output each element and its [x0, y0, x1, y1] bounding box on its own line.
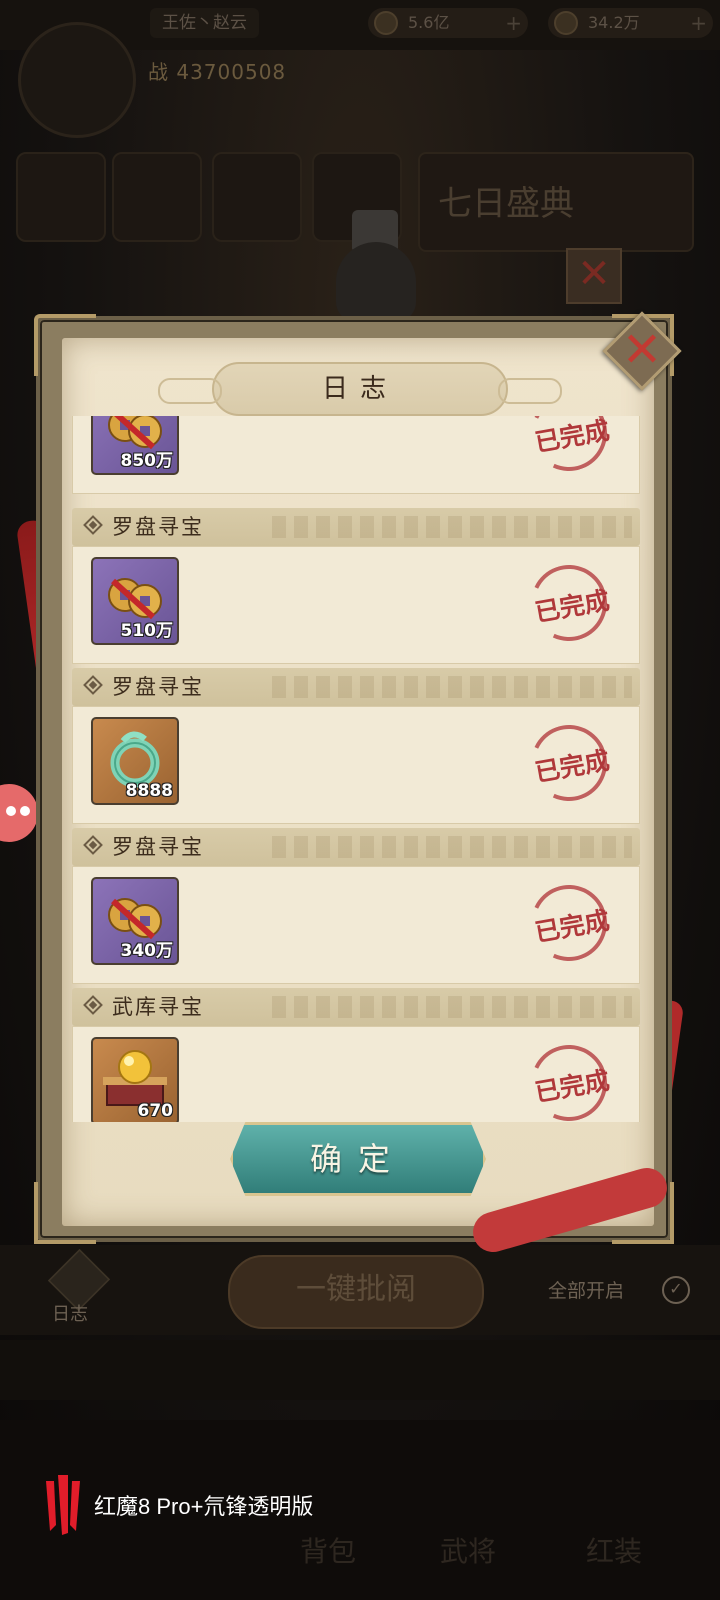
entry-body: 510万 已完成	[72, 546, 640, 664]
corner-ornament	[34, 1182, 96, 1244]
completed-stamp: 已完成	[520, 554, 618, 652]
resource-pill-ingot[interactable]: 34.2万 +	[548, 8, 713, 38]
item-count: 850万	[120, 451, 174, 471]
log-entry: 罗盘寻宝 340万 已完成	[72, 828, 640, 984]
entry-title: 罗盘寻宝	[112, 515, 204, 539]
entry-header: 罗盘寻宝	[72, 668, 640, 706]
golden-orb-item[interactable]: 670	[91, 1037, 179, 1122]
item-count: 8888	[125, 781, 173, 801]
copper-coins-item[interactable]: 850万	[91, 416, 179, 475]
banner-title: 七日盛典	[438, 184, 574, 224]
completed-stamp: 已完成	[520, 874, 618, 972]
entry-body: 670 已完成	[72, 1026, 640, 1122]
background-close-icon[interactable]: ✕	[566, 248, 622, 304]
log-list[interactable]: 850万 已完成 罗盘寻宝 510万 已完成 罗盘寻宝 8888 已完成 罗盘寻…	[68, 416, 646, 1122]
open-all-label: 全部开启	[548, 1280, 625, 1302]
ingot-amount: 34.2万	[588, 13, 640, 32]
combat-power: 战 43700508	[148, 60, 287, 84]
gold-coin-icon	[374, 11, 398, 35]
diamond-bullet-icon	[83, 515, 103, 535]
entry-header: 罗盘寻宝	[72, 828, 640, 866]
header-pattern	[272, 676, 632, 698]
dialog-title: 日志	[321, 374, 398, 404]
entry-body: 850万 已完成	[72, 416, 640, 494]
event-icon-3[interactable]	[212, 152, 302, 242]
add-gold-icon[interactable]: +	[505, 8, 522, 38]
completed-stamp: 已完成	[520, 714, 618, 812]
device-watermark: 红魔8 Pro+氘锋透明版	[42, 1475, 342, 1535]
dog-mascot	[330, 210, 420, 322]
log-entry: 850万 已完成	[72, 416, 640, 494]
diamond-bullet-icon	[83, 995, 103, 1015]
player-avatar[interactable]	[18, 22, 136, 138]
log-entry: 罗盘寻宝 8888 已完成	[72, 668, 640, 824]
copper-coins-item[interactable]: 510万	[91, 557, 179, 645]
entry-title: 武库寻宝	[112, 995, 204, 1019]
corner-ornament	[34, 314, 96, 376]
log-tab[interactable]: 日志	[44, 1248, 114, 1325]
dog-head	[336, 242, 416, 322]
entry-header: 武库寻宝	[72, 988, 640, 1026]
header-pattern	[272, 996, 632, 1018]
info-strip	[0, 1340, 720, 1400]
nav-bag[interactable]: 背包	[300, 1530, 356, 1570]
log-tab-label: 日志	[52, 1304, 88, 1325]
header-pattern	[272, 836, 632, 858]
log-entry: 罗盘寻宝 510万 已完成	[72, 508, 640, 664]
entry-body: 340万 已完成	[72, 866, 640, 984]
item-count: 340万	[120, 941, 174, 961]
player-name: 王佐丶赵云	[150, 8, 259, 38]
resource-pill-gold[interactable]: 5.6亿 +	[368, 8, 528, 38]
add-ingot-icon[interactable]: +	[690, 8, 707, 38]
event-icon-1[interactable]	[16, 152, 106, 242]
seven-day-banner[interactable]: 七日盛典	[418, 152, 694, 252]
confirm-button[interactable]	[230, 1122, 486, 1196]
nav-generals[interactable]: 武将	[440, 1530, 496, 1570]
ingot-icon	[554, 11, 578, 35]
log-entry: 武库寻宝 670 已完成	[72, 988, 640, 1122]
gold-amount: 5.6亿	[408, 13, 450, 32]
entry-body: 8888 已完成	[72, 706, 640, 824]
entry-title: 罗盘寻宝	[112, 675, 204, 699]
event-icon-2[interactable]	[112, 152, 202, 242]
watermark-text: 红魔8 Pro+氘锋透明版	[94, 1494, 314, 1519]
header-pattern	[272, 516, 632, 538]
item-count: 510万	[120, 621, 174, 641]
entry-header: 罗盘寻宝	[72, 508, 640, 546]
completed-stamp: 已完成	[520, 416, 618, 482]
open-all-check-icon[interactable]: ✓	[662, 1276, 690, 1304]
red-magic-logo-icon	[46, 1475, 80, 1535]
copper-coins-item[interactable]: 340万	[91, 877, 179, 965]
item-count: 670	[137, 1101, 174, 1121]
jade-dragon-item[interactable]: 8888	[91, 717, 179, 805]
diamond-bullet-icon	[83, 675, 103, 695]
nav-red-gear[interactable]: 红装	[586, 1530, 642, 1570]
batch-review-button[interactable]: 一键批阅	[228, 1255, 484, 1329]
completed-stamp: 已完成	[520, 1034, 618, 1122]
diamond-bullet-icon	[83, 835, 103, 855]
entry-title: 罗盘寻宝	[112, 835, 204, 859]
